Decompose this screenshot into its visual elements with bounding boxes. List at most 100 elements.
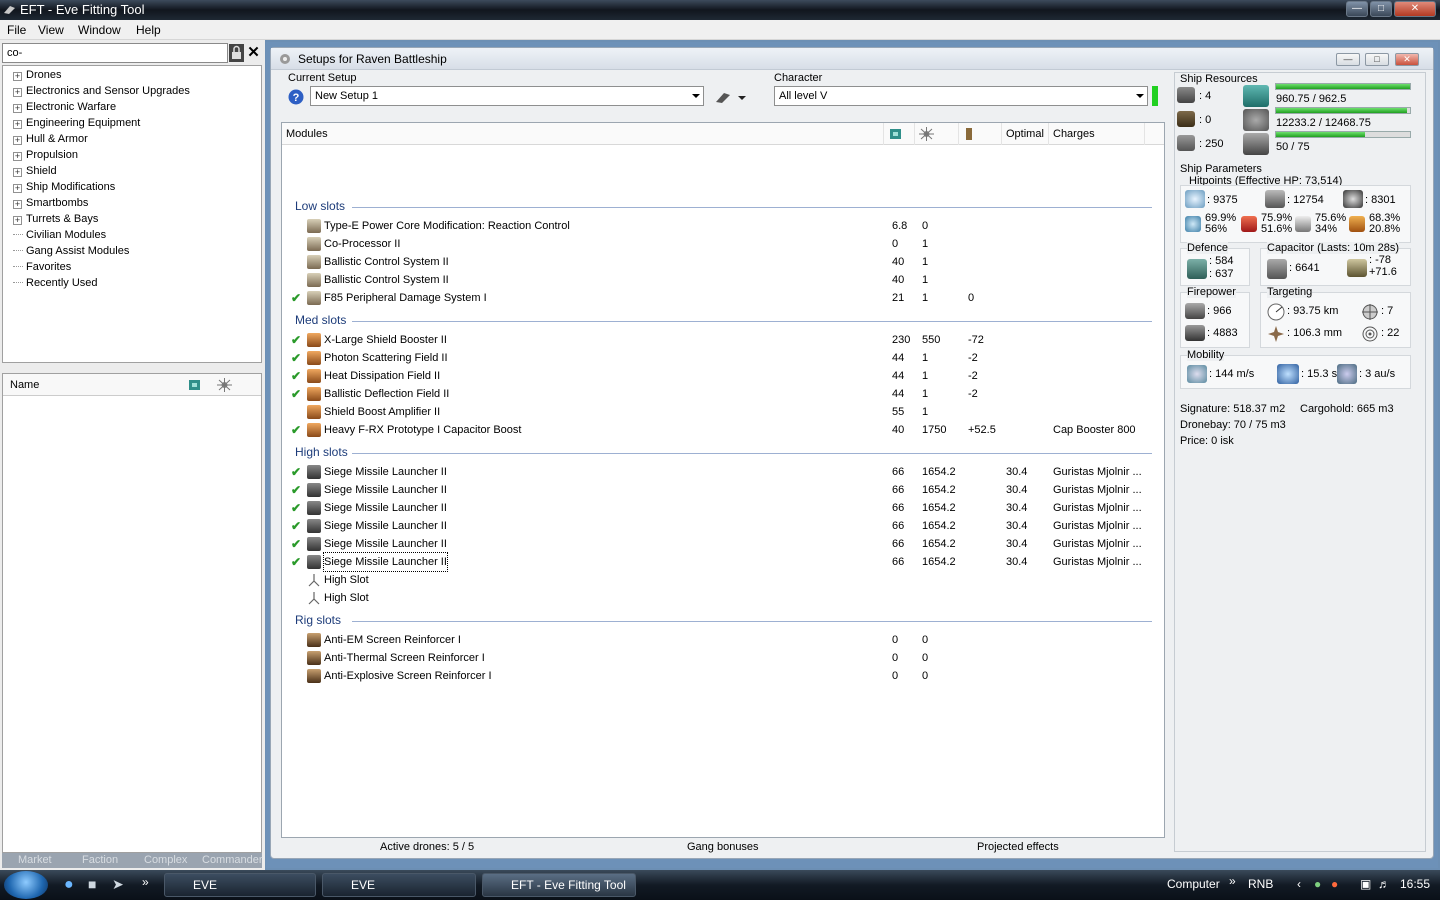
chevron-right-icon[interactable]: » [1229, 874, 1236, 888]
active-check-icon[interactable]: ✔ [291, 331, 301, 349]
modules-column-header[interactable]: Modules [282, 123, 884, 145]
display-icon[interactable]: ▣ [1360, 877, 1371, 891]
active-check-icon[interactable]: ✔ [291, 289, 301, 307]
active-check-icon[interactable]: ✔ [291, 463, 301, 481]
active-check-icon[interactable]: ✔ [291, 553, 301, 571]
character-select[interactable]: All level V [774, 86, 1148, 106]
module-row[interactable]: ✔ Heat Dissipation Field II 44 1 -2 [282, 367, 1162, 385]
module-row[interactable]: ✔ Siege Missile Launcher II 66 1654.2 30.4 Gu… [282, 499, 1162, 517]
active-check-icon[interactable]: ✔ [291, 421, 301, 439]
expand-icon[interactable]: + [13, 104, 22, 113]
module-row[interactable]: ✔ X-Large Shield Booster II 230 550 -72 [282, 331, 1162, 349]
menu-help[interactable]: Help [136, 23, 161, 37]
powergrid-icon[interactable] [217, 378, 232, 392]
volume-icon[interactable]: ♬ [1378, 877, 1390, 891]
menu-window[interactable]: Window [78, 23, 121, 37]
security-icon[interactable]: ● [1331, 877, 1338, 891]
module-row[interactable]: ✔ Siege Missile Launcher II 66 1654.2 30.4 Gu… [282, 517, 1162, 535]
active-check-icon[interactable]: ✔ [291, 481, 301, 499]
expand-icon[interactable]: + [13, 152, 22, 161]
module-row[interactable]: Anti-Explosive Screen Reinforcer I 0 0 [282, 667, 1162, 685]
tab-complex[interactable]: Complex [144, 853, 187, 867]
taskbar-item-eft[interactable]: EFT - Eve Fitting Tool [482, 873, 636, 897]
active-check-icon[interactable]: ✔ [291, 385, 301, 403]
module-row[interactable]: Anti-EM Screen Reinforcer I 0 0 [282, 631, 1162, 649]
media-quicklaunch-icon[interactable]: ■ [88, 876, 96, 892]
module-row[interactable]: Co-Processor II 0 1 [282, 235, 1162, 253]
menu-view[interactable]: View [38, 23, 64, 37]
module-row[interactable]: ✔ Photon Scattering Field II 44 1 -2 [282, 349, 1162, 367]
expand-icon[interactable]: + [13, 200, 22, 209]
expand-icon[interactable]: + [13, 88, 22, 97]
active-check-icon[interactable]: ✔ [291, 349, 301, 367]
active-check-icon[interactable]: ✔ [291, 367, 301, 385]
tree-item-ewar[interactable]: + Electronic Warfare [13, 99, 116, 115]
tab-market[interactable]: Market [18, 853, 52, 867]
module-row[interactable]: Ballistic Control System II 40 1 [282, 253, 1162, 271]
module-row[interactable]: High Slot [282, 589, 1162, 607]
tree-item-smartbombs[interactable]: + Smartbombs [13, 195, 88, 211]
maximize-button[interactable]: □ [1370, 1, 1392, 17]
charges-column-header[interactable]: Charges [1049, 123, 1145, 145]
module-row[interactable]: ✔ Siege Missile Launcher II 66 1654.2 30.4 Gu… [282, 463, 1162, 481]
module-row[interactable]: ✔ Ballistic Deflection Field II 44 1 -2 [282, 385, 1162, 403]
eft-quicklaunch-icon[interactable]: ➤ [112, 876, 124, 893]
module-row[interactable]: Shield Boost Amplifier II 55 1 [282, 403, 1162, 421]
powergrid-column-header[interactable] [915, 123, 959, 145]
expand-icon[interactable]: + [13, 184, 22, 193]
tree-item-recently-used[interactable]: Recently Used [13, 275, 98, 291]
active-check-icon[interactable]: ✔ [291, 535, 301, 553]
taskbar-item-eve-2[interactable]: EVE [322, 873, 476, 897]
clock[interactable]: 16:55 [1400, 877, 1430, 891]
active-drones-button[interactable]: Active drones: 5 / 5 [380, 841, 474, 853]
tree-item-electronics[interactable]: + Electronics and Sensor Upgrades [13, 83, 190, 99]
tree-item-favorites[interactable]: Favorites [13, 259, 71, 275]
setup-select[interactable]: New Setup 1 [310, 86, 704, 106]
module-row[interactable]: ✔ Heavy F-RX Prototype I Capacitor Boost 4… [282, 421, 1162, 439]
tree-item-shield[interactable]: + Shield [13, 163, 57, 179]
chevron-left-icon[interactable]: ‹ [1297, 877, 1301, 891]
tree-item-turrets[interactable]: + Turrets & Bays [13, 211, 98, 227]
setup-restore-button[interactable]: □ [1365, 53, 1389, 66]
module-row[interactable]: Ballistic Control System II 40 1 [282, 271, 1162, 289]
cpu-column-header[interactable] [884, 123, 915, 145]
expand-icon[interactable]: + [13, 120, 22, 129]
tab-faction[interactable]: Faction [82, 853, 118, 867]
search-input[interactable]: co- [2, 43, 228, 63]
optimal-column-header[interactable]: Optimal [1002, 123, 1049, 145]
tree-item-propulsion[interactable]: + Propulsion [13, 147, 78, 163]
module-row[interactable]: ✔ Siege Missile Launcher II 66 1654.2 30.4 Gu… [282, 552, 1162, 572]
start-button[interactable] [4, 871, 48, 899]
module-row[interactable]: Anti-Thermal Screen Reinforcer I 0 0 [282, 649, 1162, 667]
network-icon[interactable]: ● [1314, 877, 1321, 891]
module-row[interactable]: ✔ F85 Peripheral Damage System I 21 1 0 [282, 289, 1162, 307]
tree-item-civilian[interactable]: Civilian Modules [13, 227, 106, 243]
tree-item-engineering[interactable]: + Engineering Equipment [13, 115, 140, 131]
taskbar-item-eve-1[interactable]: EVE [164, 873, 316, 897]
help-icon[interactable]: ? [288, 89, 304, 105]
ie-quicklaunch-icon[interactable]: ● [64, 876, 74, 894]
ship-actions-icon[interactable] [714, 88, 748, 106]
computer-toolbar[interactable]: Computer [1167, 877, 1220, 891]
capacitor-column-header[interactable] [959, 123, 1002, 145]
tree-item-ship-mods[interactable]: + Ship Modifications [13, 179, 115, 195]
language-indicator[interactable]: RNB [1248, 877, 1273, 891]
tree-item-drones[interactable]: + Drones [13, 67, 61, 83]
menu-file[interactable]: File [7, 23, 26, 37]
active-check-icon[interactable]: ✔ [291, 517, 301, 535]
clear-search-icon[interactable]: ✕ [245, 43, 262, 63]
expand-icon[interactable]: + [13, 216, 22, 225]
expand-icon[interactable]: + [13, 72, 22, 81]
setup-close-button[interactable]: ✕ [1395, 53, 1419, 66]
active-check-icon[interactable]: ✔ [291, 499, 301, 517]
module-row[interactable]: Type-E Power Core Modification: Reaction… [282, 217, 1162, 235]
tree-item-hull-armor[interactable]: + Hull & Armor [13, 131, 88, 147]
module-row[interactable]: ✔ Siege Missile Launcher II 66 1654.2 30.4 Gu… [282, 481, 1162, 499]
expand-icon[interactable]: + [13, 136, 22, 145]
tab-commander[interactable]: Commander [202, 853, 263, 867]
projected-effects-button[interactable]: Projected effects [977, 841, 1059, 853]
cpu-icon[interactable] [187, 378, 202, 392]
module-row[interactable]: ✔ Siege Missile Launcher II 66 1654.2 30.4 Gu… [282, 535, 1162, 553]
close-button[interactable]: ✕ [1394, 1, 1436, 17]
expand-icon[interactable]: + [13, 168, 22, 177]
